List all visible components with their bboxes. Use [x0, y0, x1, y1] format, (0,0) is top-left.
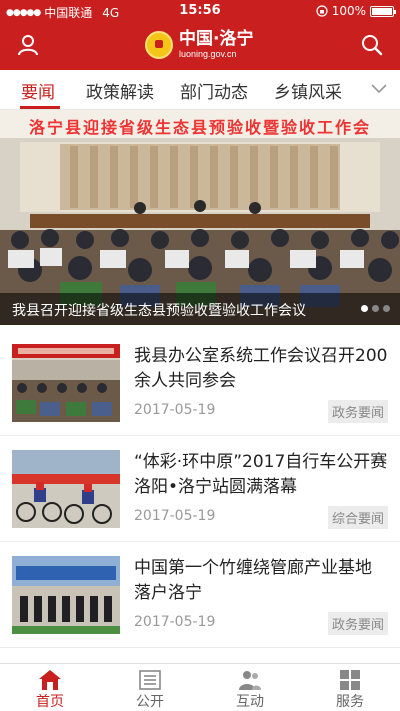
banner-pager — [361, 305, 390, 312]
category-tabs: 要闻 政策解读 部门动态 乡镇风采 — [0, 70, 400, 110]
status-right: 100% — [316, 4, 396, 18]
site-logo: 中国·洛宁 luoning.gov.cn — [145, 27, 253, 63]
news-date: 2017-05-19 — [134, 614, 216, 630]
news-thumbnail — [12, 344, 120, 422]
tab-township-highlights[interactable]: 乡镇风采 — [274, 78, 342, 103]
meeting-photo — [12, 344, 120, 422]
nav-services-label: 服务 — [336, 694, 364, 710]
orientation-lock-icon — [316, 5, 328, 17]
signing-ceremony-photo — [12, 556, 120, 634]
status-bar: ●●●●● 中国联通 4G 15:56 100% — [0, 0, 400, 22]
news-date: 2017-05-19 — [134, 402, 216, 418]
tab-department-news[interactable]: 部门动态 — [180, 78, 248, 103]
active-tab-indicator — [20, 106, 60, 109]
news-thumbnail — [12, 450, 120, 528]
pager-dot[interactable] — [372, 305, 379, 312]
news-title: 中国第一个竹缠绕管廊产业基地落户洛宁 — [134, 558, 372, 603]
logo-title: 中国·洛宁 — [179, 29, 254, 49]
pager-dot[interactable] — [383, 305, 390, 312]
nav-public-label: 公开 — [136, 694, 164, 710]
cycling-race-photo — [12, 450, 120, 528]
news-category-tag: 政务要闻 — [327, 400, 388, 423]
news-date: 2017-05-19 — [134, 508, 216, 524]
news-title: “体彩·环中原”2017自行车公开赛洛阳•洛宁站圆满落幕 — [134, 452, 388, 497]
nav-interact[interactable]: 互动 — [200, 664, 300, 711]
news-category-tag: 政务要闻 — [327, 612, 388, 635]
people-icon — [239, 671, 261, 690]
news-list-item[interactable]: 我县办公室系统工作会议召开200余人共同参会 2017-05-19 政务要闻 — [0, 330, 400, 436]
banner-headline-overlay: 洛宁县迎接省级生态县预验收暨验收工作会 — [28, 118, 371, 136]
banner-caption-bar: 我县召开迎接省级生态县预验收暨验收工作会议 — [0, 293, 400, 325]
news-title: 我县办公室系统工作会议召开200余人共同参会 — [134, 346, 388, 391]
user-icon[interactable] — [16, 33, 40, 57]
news-category-tag: 综合要闻 — [327, 506, 388, 529]
document-list-icon — [139, 670, 161, 690]
pager-dot[interactable] — [361, 305, 368, 312]
logo-domain: luoning.gov.cn — [179, 49, 237, 59]
news-list-item[interactable]: 中国第一个竹缠绕管廊产业基地落户洛宁 2017-05-19 政务要闻 — [0, 542, 400, 648]
home-icon — [39, 670, 61, 690]
banner-caption: 我县召开迎接省级生态县预验收暨验收工作会议 — [12, 303, 306, 319]
tab-policy-interpretation[interactable]: 政策解读 — [86, 78, 154, 103]
featured-banner[interactable]: 洛宁县迎接省级生态县预验收暨验收工作会 我县召开迎接省级生态县预验收暨验收工作会… — [0, 110, 400, 325]
search-icon[interactable] — [360, 33, 384, 57]
app-header-area: ●●●●● 中国联通 4G 15:56 100% 中国·洛宁 luoning.g… — [0, 0, 400, 70]
tab-headlines[interactable]: 要闻 — [21, 78, 55, 103]
battery-percent: 100% — [331, 4, 366, 18]
battery-icon — [370, 5, 396, 17]
bottom-navigation: 首页 公开 互动 服务 — [0, 663, 400, 711]
national-emblem-icon — [145, 31, 173, 59]
nav-home-label: 首页 — [36, 694, 64, 710]
nav-interact-label: 互动 — [236, 694, 264, 710]
nav-services[interactable]: 服务 — [300, 664, 400, 711]
news-thumbnail — [12, 556, 120, 634]
nav-home[interactable]: 首页 — [0, 664, 100, 711]
top-header: 中国·洛宁 luoning.gov.cn — [0, 22, 400, 70]
nav-public[interactable]: 公开 — [100, 664, 200, 711]
grid-icon — [340, 670, 360, 690]
news-list-item[interactable]: “体彩·环中原”2017自行车公开赛洛阳•洛宁站圆满落幕 2017-05-19 … — [0, 436, 400, 542]
chevron-down-icon[interactable] — [370, 82, 388, 94]
